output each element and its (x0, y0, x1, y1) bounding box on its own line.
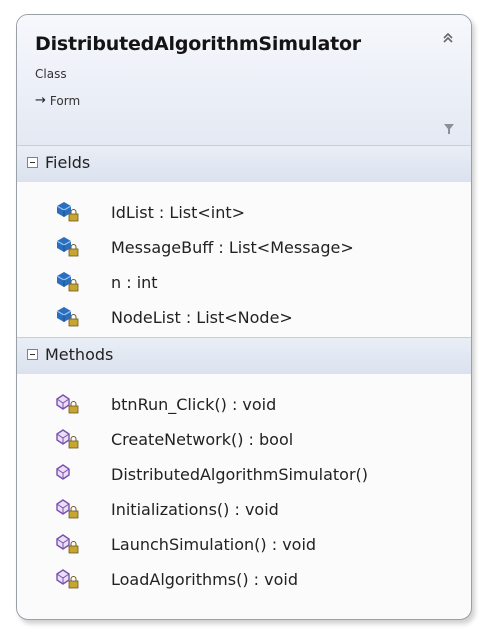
field-label: IdList : List<int> (111, 202, 246, 222)
public-method-icon (56, 464, 70, 480)
fields-section-header[interactable]: Fields (17, 145, 471, 182)
private-method-icon (56, 429, 79, 449)
field-item-n[interactable]: n : int (53, 267, 463, 297)
field-item-messagebuff[interactable]: MessageBuff : List<Message> (53, 232, 463, 262)
private-method-icon (56, 499, 79, 519)
collapse-box-icon[interactable] (27, 157, 38, 168)
filter-icon[interactable] (443, 123, 455, 135)
fields-section-title: Fields (45, 153, 91, 172)
field-label: NodeList : List<Node> (111, 307, 293, 327)
private-method-icon (56, 534, 79, 554)
private-field-icon (56, 202, 79, 222)
collapse-chevron-icon[interactable] (441, 31, 455, 45)
field-item-nodelist[interactable]: NodeList : List<Node> (53, 302, 463, 332)
method-item-btnrun-click[interactable]: btnRun_Click() : void (53, 389, 463, 419)
method-item-launchsimulation[interactable]: LaunchSimulation() : void (53, 529, 463, 559)
private-field-icon (56, 237, 79, 257)
method-label: btnRun_Click() : void (111, 394, 277, 414)
private-method-icon (56, 569, 79, 589)
method-label: DistributedAlgorithmSimulator() (111, 464, 369, 484)
class-header: DistributedAlgorithmSimulator Class → Fo… (17, 15, 471, 145)
base-type-label: Form (49, 93, 81, 108)
private-method-icon (56, 394, 79, 414)
method-item-initializations[interactable]: Initializations() : void (53, 494, 463, 524)
private-field-icon (56, 272, 79, 292)
method-item-createnetwork[interactable]: CreateNetwork() : bool (53, 424, 463, 454)
method-item-constructor[interactable]: DistributedAlgorithmSimulator() (53, 459, 463, 489)
field-item-idlist[interactable]: IdList : List<int> (53, 197, 463, 227)
class-stereotype: Class (35, 67, 67, 81)
method-item-loadalgorithms[interactable]: LoadAlgorithms() : void (53, 564, 463, 594)
method-label: LoadAlgorithms() : void (111, 569, 298, 589)
class-shape[interactable]: DistributedAlgorithmSimulator Class → Fo… (16, 14, 472, 620)
class-name: DistributedAlgorithmSimulator (35, 33, 361, 55)
method-label: LaunchSimulation() : void (111, 534, 317, 554)
field-label: n : int (111, 272, 158, 292)
methods-section-header[interactable]: Methods (17, 337, 471, 374)
method-label: CreateNetwork() : bool (111, 429, 294, 449)
private-field-icon (56, 307, 79, 327)
base-type-row: → Form (35, 93, 80, 108)
field-label: MessageBuff : List<Message> (111, 237, 354, 257)
collapse-box-icon[interactable] (27, 349, 38, 360)
methods-section-title: Methods (45, 345, 114, 364)
method-label: Initializations() : void (111, 499, 279, 519)
inheritance-arrow-icon: → (35, 93, 46, 108)
